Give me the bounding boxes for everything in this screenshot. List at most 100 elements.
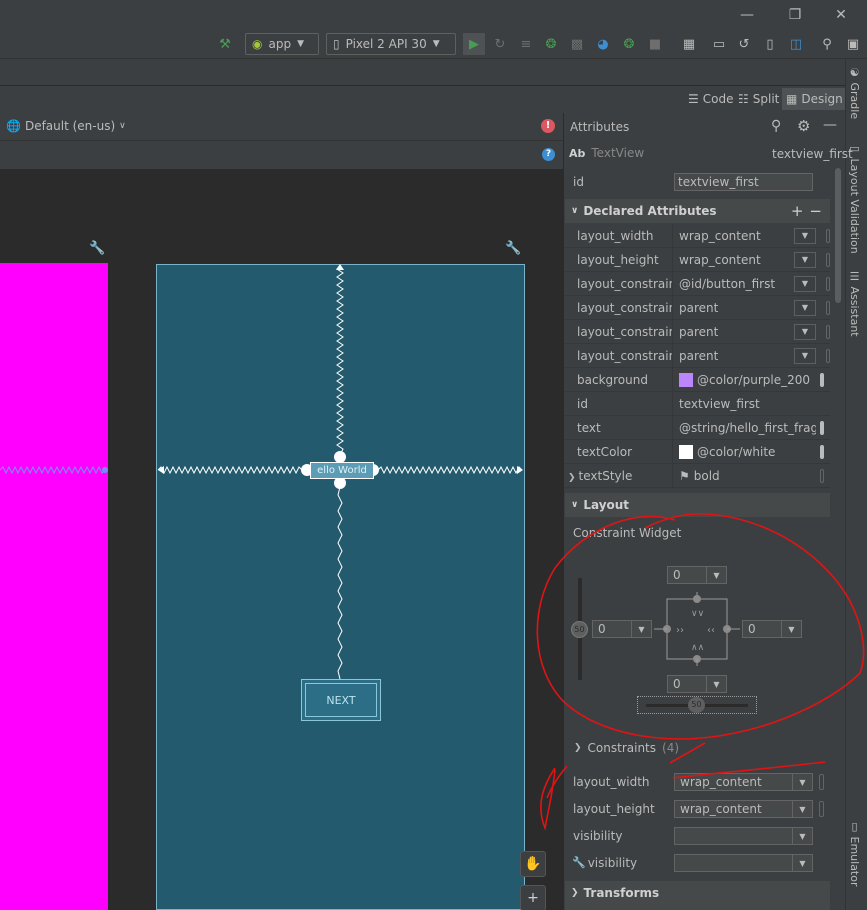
attr-row[interactable]: layout_constrain... parent ▼	[565, 296, 830, 320]
error-icon[interactable]: !	[541, 119, 555, 133]
attr-key: layout_constrain...	[577, 324, 672, 339]
attributes-scrollbar[interactable]	[835, 168, 841, 303]
remove-icon[interactable]: −	[809, 202, 822, 220]
locale-select[interactable]: 🌐 Default (en-us) ∨	[6, 119, 126, 133]
run-config-select[interactable]: ◉ app ▼	[245, 33, 319, 55]
tab-gradle[interactable]: ☯ Gradle	[848, 66, 861, 119]
hello-world-text: ello World	[317, 465, 367, 476]
apply-code-icon[interactable]: ≡	[517, 35, 535, 53]
globe-icon: 🌐	[6, 119, 21, 133]
declared-attributes-header[interactable]: ∨ Declared Attributes + −	[565, 199, 830, 223]
minimize-panel-icon[interactable]: —	[823, 117, 837, 133]
image-icon: ▦	[786, 92, 798, 106]
resource-picker[interactable]	[826, 228, 830, 243]
tab-emulator-label: Emulator	[848, 836, 861, 887]
device-select[interactable]: ▯ Pixel 2 API 30 ▼	[326, 33, 456, 55]
code-mode-label: Code	[702, 92, 734, 106]
resource-picker[interactable]	[826, 324, 830, 339]
resource-picker[interactable]	[826, 276, 830, 291]
debug-icon[interactable]: ❂	[542, 35, 560, 53]
gear-icon[interactable]: ⚙	[797, 117, 810, 135]
avd-manager-icon[interactable]: ▯	[761, 35, 779, 53]
next-button[interactable]: NEXT	[301, 679, 381, 721]
id-label: id	[573, 175, 584, 189]
apply-changes-icon[interactable]: ↻	[491, 35, 509, 53]
code-mode-button[interactable]: ☰ Code	[684, 88, 738, 110]
chevron-down-icon: ▼	[432, 39, 440, 49]
attr-value: @id/button_first	[679, 276, 776, 291]
zoom-in-icon[interactable]: +	[520, 885, 546, 910]
restore-icon[interactable]: ❐	[786, 6, 804, 24]
run-icon[interactable]: ▶	[463, 33, 485, 55]
tab-gradle-label: Gradle	[848, 82, 861, 120]
attr-row[interactable]: layout_constrain... @id/button_first ▼	[565, 272, 830, 296]
attr-key: layout_constrain...	[577, 348, 672, 363]
dropdown-arrow-icon[interactable]: ▼	[794, 251, 816, 268]
pan-hand-icon[interactable]: ✋	[520, 851, 546, 877]
attr-value: bold	[693, 468, 720, 483]
tools-visibility-label: visibility	[587, 856, 638, 870]
resource-picker[interactable]	[820, 468, 824, 483]
close-icon[interactable]: ✕	[832, 6, 850, 24]
transforms-section-header[interactable]: ❯ Transforms	[565, 881, 830, 905]
attr-row[interactable]: layout_width wrap_content ▼	[565, 224, 830, 248]
help-icon[interactable]: ?	[542, 148, 555, 161]
wrench-icon[interactable]: 🔧	[89, 241, 105, 256]
coverage-icon[interactable]: ▩	[568, 35, 586, 53]
resource-picker[interactable]	[826, 348, 830, 363]
account-icon[interactable]: ▣	[844, 35, 862, 53]
attr-row[interactable]: layout_height wrap_content ▼	[565, 248, 830, 272]
widget-type-header: Ab TextView	[569, 146, 644, 160]
hammer-icon[interactable]: ⚒	[216, 35, 234, 53]
design-mode-label: Design	[801, 92, 843, 106]
id-field[interactable]: textview_first	[674, 173, 813, 191]
attributes-title: Attributes	[570, 120, 630, 134]
project-structure-icon[interactable]: ▦	[680, 35, 698, 53]
design-mode-button[interactable]: ▦ Design	[782, 88, 847, 110]
search-icon[interactable]: ⚲	[818, 35, 836, 53]
dropdown-arrow-icon: ▼	[792, 855, 812, 871]
tools-visibility-select[interactable]: ▼	[674, 854, 813, 872]
stop-icon[interactable]: ■	[646, 35, 664, 53]
chevron-right-icon[interactable]: ❯	[568, 473, 576, 483]
attr-row[interactable]: background @color/purple_200	[565, 368, 830, 392]
resource-picker[interactable]	[826, 252, 830, 267]
attr-value: wrap_content	[679, 252, 761, 267]
attr-row[interactable]: id textview_first	[565, 392, 830, 416]
resource-picker[interactable]	[826, 300, 830, 315]
attr-row[interactable]: layout_constrain... parent ▼	[565, 320, 830, 344]
dropdown-arrow-icon[interactable]: ▼	[794, 227, 816, 244]
dropdown-arrow-icon[interactable]: ▼	[794, 299, 816, 316]
resource-picker[interactable]	[820, 372, 824, 387]
attr-value: @string/hello_first_fragm	[679, 420, 816, 435]
attr-row[interactable]: textColor @color/white	[565, 440, 830, 464]
dropdown-arrow-icon[interactable]: ▼	[794, 323, 816, 340]
search-icon[interactable]: ⚲	[771, 118, 781, 134]
resource-picker[interactable]	[820, 444, 824, 459]
minimize-icon[interactable]: —	[738, 6, 756, 24]
dropdown-arrow-icon[interactable]: ▼	[794, 347, 816, 364]
attr-row[interactable]: ❯ textStyle ⚑ bold	[565, 464, 830, 488]
tab-assistant[interactable]: ☰ Assistant	[848, 270, 861, 337]
split-icon: ☷	[738, 92, 749, 106]
dropdown-arrow-icon[interactable]: ▼	[794, 275, 816, 292]
wrench-icon[interactable]: 🔧	[505, 241, 521, 256]
chevron-down-icon: ▼	[297, 39, 304, 49]
terminal-icon[interactable]: ▭	[710, 35, 728, 53]
color-swatch[interactable]	[679, 372, 693, 387]
profiler-icon[interactable]: ◕	[594, 35, 612, 53]
attr-row[interactable]: layout_constrain... parent ▼	[565, 344, 830, 368]
attr-value: parent	[679, 300, 719, 315]
split-mode-button[interactable]: ☷ Split	[734, 88, 783, 110]
attach-debugger-icon[interactable]: ❂	[620, 35, 638, 53]
color-swatch[interactable]	[679, 444, 693, 459]
device-label: Pixel 2 API 30	[345, 37, 427, 51]
chevron-down-icon: ∨	[571, 206, 579, 216]
sync-icon[interactable]: ↺	[735, 35, 753, 53]
add-icon[interactable]: +	[791, 202, 804, 220]
attr-row[interactable]: text @string/hello_first_fragm	[565, 416, 830, 440]
resource-picker[interactable]	[820, 420, 824, 435]
sdk-manager-icon[interactable]: ◫	[787, 35, 805, 53]
hello-world-textview[interactable]: ello World	[310, 462, 374, 479]
title-bar	[0, 0, 867, 30]
